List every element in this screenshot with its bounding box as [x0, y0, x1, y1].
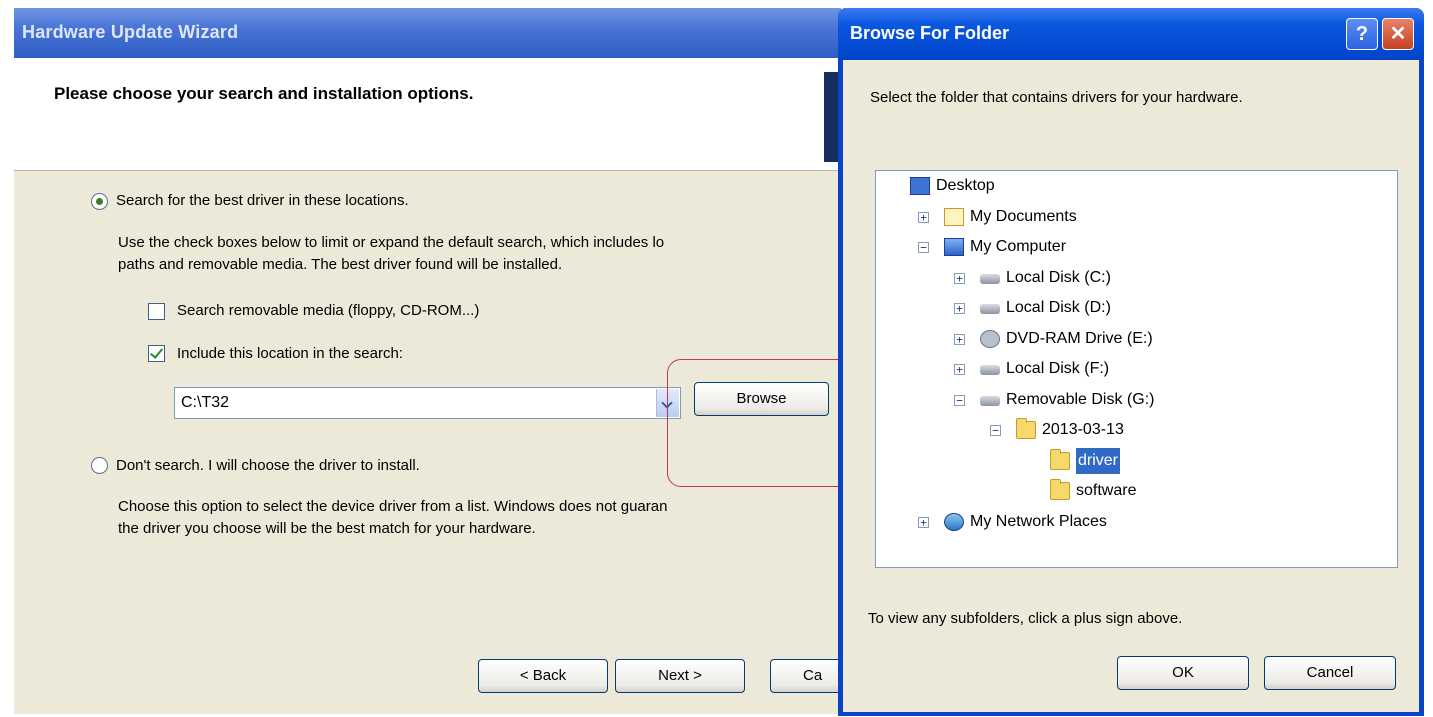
search-description-line-2: paths and removable media. The best driv… [118, 256, 563, 273]
disk-drive-icon [980, 274, 1000, 284]
wizard-cancel-button[interactable]: Ca [770, 659, 841, 693]
tree-node-my-computer[interactable]: − My Computer [876, 234, 1397, 260]
location-combobox[interactable]: C:\T32 [174, 387, 681, 419]
dont-search-label: Don't search. I will choose the driver t… [116, 457, 420, 474]
tree-node-label: Removable Disk (G:) [1006, 391, 1155, 408]
tree-node-local-disk-c[interactable]: + Local Disk (C:) [876, 265, 1397, 291]
network-places-icon [944, 513, 964, 531]
tree-node-label: Local Disk (D:) [1006, 299, 1111, 316]
dont-search-description-line-2: the driver you choose will be the best m… [118, 520, 536, 537]
dialog-title: Browse For Folder [850, 23, 1010, 43]
tree-node-software[interactable]: software [876, 478, 1397, 504]
tree-node-label: Desktop [936, 177, 995, 194]
wizard-title-bar[interactable]: Hardware Update Wizard [14, 8, 841, 58]
tree-node-local-disk-d[interactable]: + Local Disk (D:) [876, 295, 1397, 321]
expand-icon[interactable]: + [918, 517, 929, 528]
tree-node-my-network-places[interactable]: + My Network Places [876, 509, 1397, 535]
expand-icon[interactable]: + [918, 212, 929, 223]
tree-node-label: My Documents [970, 208, 1077, 225]
dialog-hint: To view any subfolders, click a plus sig… [868, 610, 1183, 627]
removable-disk-icon [980, 396, 1000, 406]
tree-node-removable-disk-g[interactable]: − Removable Disk (G:) [876, 387, 1397, 413]
collapse-icon[interactable]: − [990, 425, 1001, 436]
search-best-driver-radio[interactable] [91, 193, 108, 210]
documents-folder-icon [944, 208, 964, 226]
tree-node-label: My Network Places [970, 513, 1107, 530]
expand-icon[interactable]: + [954, 303, 965, 314]
dont-search-radio[interactable] [91, 457, 108, 474]
browse-for-folder-dialog: Browse For Folder ? ✕ Select the folder … [838, 8, 1424, 716]
close-icon[interactable]: ✕ [1382, 18, 1414, 50]
tree-node-label: My Computer [970, 238, 1067, 255]
disk-drive-icon [980, 365, 1000, 375]
tree-node-desktop[interactable]: Desktop [876, 173, 1397, 199]
dialog-instruction: Select the folder that contains drivers … [870, 89, 1243, 106]
browse-button[interactable]: Browse [694, 382, 829, 416]
tree-node-label: Local Disk (C:) [1006, 269, 1111, 286]
location-value[interactable]: C:\T32 [181, 394, 229, 412]
help-icon[interactable]: ? [1346, 18, 1378, 50]
collapse-icon[interactable]: − [918, 242, 929, 253]
dvd-drive-icon [980, 330, 1000, 348]
dialog-body: Select the folder that contains drivers … [843, 60, 1419, 712]
folder-icon [1050, 449, 1070, 470]
include-location-checkbox[interactable] [148, 345, 165, 362]
search-best-driver-label: Search for the best driver in these loca… [116, 192, 409, 209]
computer-icon [944, 238, 964, 256]
folder-icon [1016, 418, 1036, 439]
tree-node-dvd-ram-drive-e[interactable]: + DVD-RAM Drive (E:) [876, 326, 1397, 352]
back-button[interactable]: < Back [478, 659, 608, 693]
dont-search-description-line-1: Choose this option to select the device … [118, 498, 668, 515]
folder-icon [1050, 479, 1070, 500]
tree-node-local-disk-f[interactable]: + Local Disk (F:) [876, 356, 1397, 382]
expand-icon[interactable]: + [954, 364, 965, 375]
include-location-label: Include this location in the search: [177, 345, 403, 362]
expand-icon[interactable]: + [954, 273, 965, 284]
tree-node-label: driver [1076, 448, 1121, 474]
expand-icon[interactable]: + [954, 334, 965, 345]
tree-node-label: DVD-RAM Drive (E:) [1006, 330, 1153, 347]
collapse-icon[interactable]: − [954, 395, 965, 406]
disk-drive-icon [980, 304, 1000, 314]
search-removable-media-label: Search removable media (floppy, CD-ROM..… [177, 302, 480, 319]
desktop-icon [910, 177, 930, 195]
wizard-title: Hardware Update Wizard [22, 22, 239, 42]
hardware-update-wizard-window: Hardware Update Wizard Please choose you… [14, 8, 841, 714]
tree-node-driver[interactable]: driver [876, 448, 1397, 474]
chevron-down-icon[interactable] [656, 389, 679, 417]
dialog-title-bar[interactable]: Browse For Folder ? ✕ [838, 8, 1424, 60]
search-removable-media-checkbox[interactable] [148, 303, 165, 320]
next-button[interactable]: Next > [615, 659, 745, 693]
search-description-line-1: Use the check boxes below to limit or ex… [118, 234, 665, 251]
tree-node-label: software [1076, 482, 1137, 499]
dialog-cancel-button[interactable]: Cancel [1264, 656, 1396, 690]
ok-button[interactable]: OK [1117, 656, 1249, 690]
tree-node-label: Local Disk (F:) [1006, 360, 1110, 377]
wizard-header-title: Please choose your search and installati… [54, 84, 474, 103]
tree-node-2013-03-13[interactable]: − 2013-03-13 [876, 417, 1397, 443]
tree-node-my-documents[interactable]: + My Documents [876, 204, 1397, 230]
folder-tree[interactable]: Desktop + My Documents − My Computer + Local D… [875, 170, 1398, 568]
tree-node-label: 2013-03-13 [1042, 421, 1124, 438]
wizard-header: Please choose your search and installati… [14, 58, 841, 171]
